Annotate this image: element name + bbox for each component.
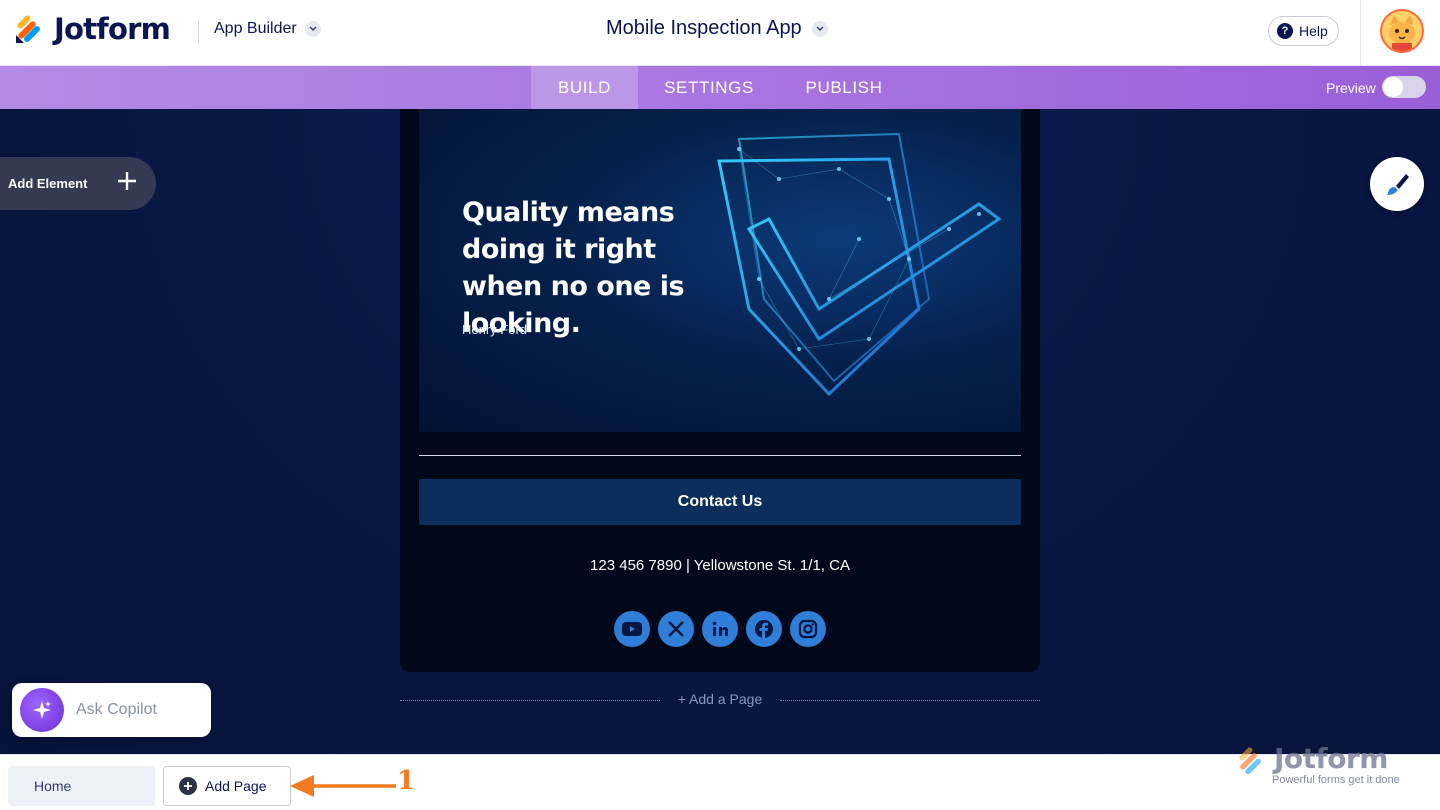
add-a-page-link[interactable]: + Add a Page	[660, 691, 780, 707]
plus-circle-icon	[179, 777, 197, 795]
tab-settings[interactable]: SETTINGS	[650, 66, 768, 109]
chevron-down-icon	[304, 21, 321, 37]
cat-avatar-icon	[1382, 11, 1422, 51]
brand-name: Jotform	[54, 12, 171, 46]
app-designer-button[interactable]	[1370, 157, 1424, 211]
app-title: Mobile Inspection App	[606, 17, 802, 39]
page-tab-home-label: Home	[34, 778, 72, 794]
plus-icon	[118, 172, 136, 190]
annotation-arrow-icon	[290, 775, 396, 797]
app-builder-label: App Builder	[214, 20, 297, 37]
jotform-logo[interactable]: Jotform	[14, 12, 171, 46]
youtube-icon[interactable]	[614, 611, 650, 647]
tab-publish-label: PUBLISH	[805, 77, 883, 97]
watermark-brand: Jotform	[1274, 742, 1388, 775]
toggle-knob	[1383, 77, 1403, 97]
app-title-dropdown[interactable]: Mobile Inspection App	[606, 17, 828, 40]
add-page-divider-left	[400, 700, 660, 701]
x-icon[interactable]	[658, 611, 694, 647]
watermark-tagline: Powerful forms get it done	[1272, 774, 1400, 786]
avatar[interactable]	[1380, 9, 1424, 53]
add-page-button[interactable]: Add Page	[163, 766, 291, 806]
help-button[interactable]: ? Help	[1268, 16, 1339, 46]
tab-publish[interactable]: PUBLISH	[790, 66, 898, 109]
preview-toggle[interactable]	[1382, 76, 1426, 98]
tab-settings-label: SETTINGS	[664, 77, 754, 97]
sparkle-icon	[20, 688, 64, 732]
quote-text: Quality means doing it right when no one…	[462, 197, 685, 339]
tab-build-label: BUILD	[557, 77, 612, 97]
header-divider	[198, 20, 199, 44]
quote-author: Henry Ford	[462, 322, 528, 337]
preview-label: Preview	[1326, 80, 1376, 96]
chevron-down-icon	[811, 20, 828, 37]
add-element-label: Add Element	[8, 176, 88, 191]
annotation-number: 1	[397, 766, 416, 796]
add-page-divider-right	[780, 700, 1040, 701]
linkedin-icon[interactable]	[702, 611, 738, 647]
add-page-label: Add Page	[205, 778, 267, 794]
ask-copilot-label: Ask Copilot	[76, 701, 157, 718]
app-builder-dropdown[interactable]: App Builder	[214, 20, 321, 38]
instagram-icon[interactable]	[790, 611, 826, 647]
ask-copilot-button[interactable]: Ask Copilot	[12, 683, 211, 737]
social-links	[614, 611, 826, 647]
help-label: Help	[1299, 23, 1328, 39]
add-element-button[interactable]: Add Element	[0, 157, 156, 210]
paint-brush-icon	[1387, 174, 1409, 195]
facebook-icon[interactable]	[746, 611, 782, 647]
page-tab-home[interactable]: Home	[8, 766, 155, 806]
watermark-logo-icon	[1239, 747, 1261, 775]
question-icon: ?	[1277, 23, 1293, 39]
header-divider	[1360, 0, 1361, 66]
address-text: 123 456 7890 | Yellowstone St. 1/1, CA	[590, 557, 850, 574]
jotform-logo-icon	[16, 15, 40, 43]
tab-build[interactable]: BUILD	[531, 66, 638, 109]
contact-us-button[interactable]: Contact Us	[419, 479, 1021, 525]
divider-line	[419, 455, 1021, 456]
